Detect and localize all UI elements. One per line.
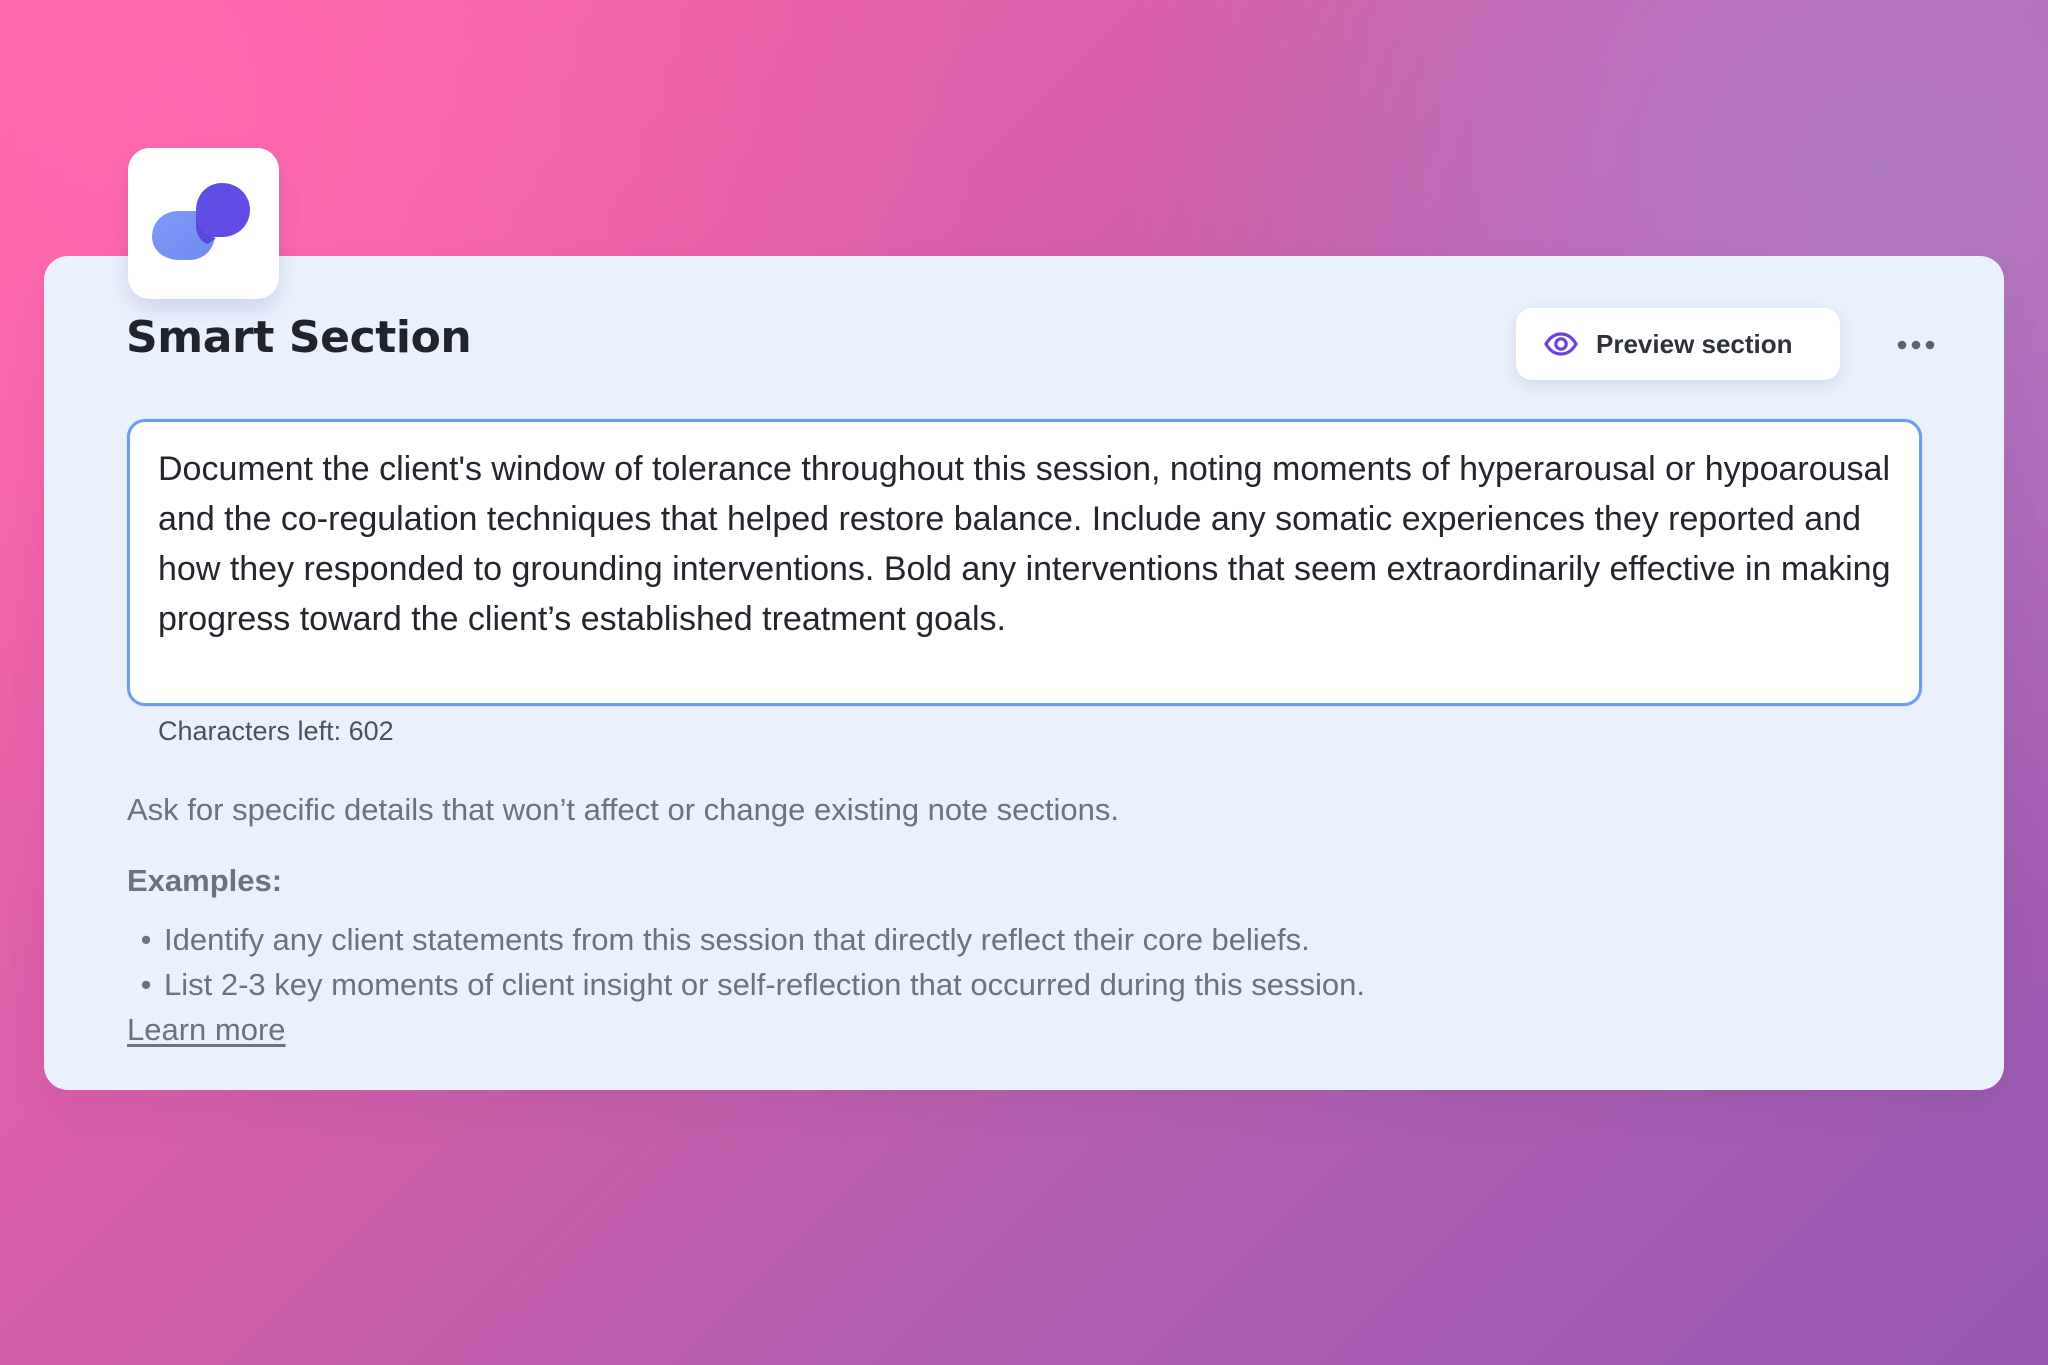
examples-heading: Examples:: [127, 863, 283, 898]
example-item: • List 2-3 key moments of client insight…: [128, 962, 1365, 1007]
more-options-button[interactable]: [1886, 324, 1946, 366]
smart-section-prompt-wrapper: Document the client's window of toleranc…: [127, 419, 1922, 706]
background: Smart Section Preview section Document t…: [0, 0, 2048, 1365]
eye-icon: [1544, 332, 1578, 356]
learn-more-link[interactable]: Learn more: [127, 1012, 286, 1048]
app-logo-icon: [152, 183, 250, 260]
page-title: Smart Section: [126, 312, 472, 363]
characters-left: Characters left: 602: [158, 716, 394, 746]
preview-section-button[interactable]: Preview section: [1516, 308, 1840, 380]
example-item: • Identify any client statements from th…: [128, 917, 1365, 962]
app-logo: [128, 148, 279, 299]
preview-section-label: Preview section: [1596, 328, 1793, 359]
example-text: Identify any client statements from this…: [164, 922, 1310, 957]
smart-section-prompt-input[interactable]: Document the client's window of toleranc…: [130, 422, 1919, 703]
example-text: List 2-3 key moments of client insight o…: [164, 967, 1365, 1002]
smart-section-card: Smart Section Preview section Document t…: [44, 256, 2004, 1090]
bullet-icon: •: [140, 922, 152, 957]
help-text: Ask for specific details that won’t affe…: [127, 792, 1119, 827]
bullet-icon: •: [140, 967, 152, 1002]
more-horizontal-icon: [1897, 340, 1935, 350]
examples-list: • Identify any client statements from th…: [128, 917, 1365, 1007]
